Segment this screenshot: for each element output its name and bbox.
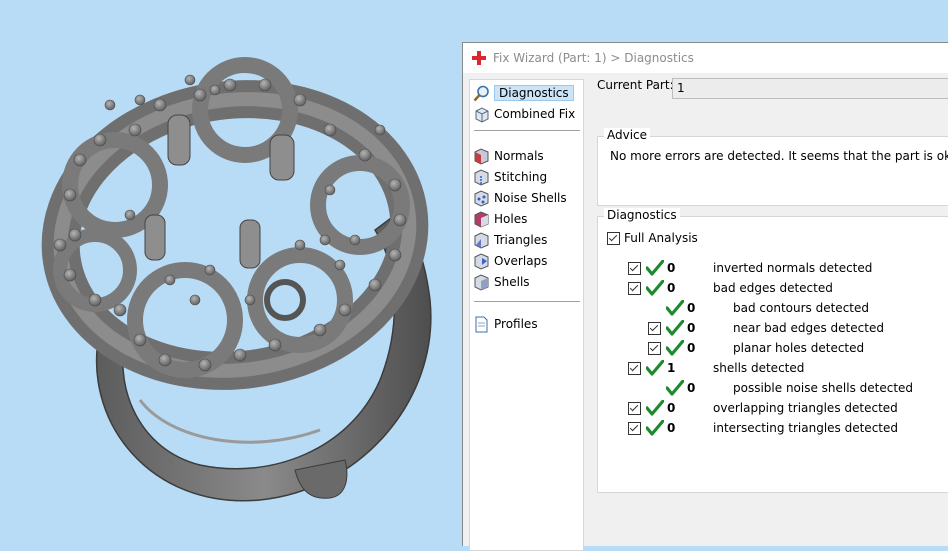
diagnostic-row: 0 inverted normals detected <box>598 259 948 277</box>
current-part-field[interactable]: 1 <box>672 78 948 99</box>
check-icon <box>666 340 684 356</box>
full-analysis-label: Full Analysis <box>624 231 698 245</box>
diagnostics-group: Diagnostics Full Analysis 0 inverted norm… <box>597 208 948 493</box>
cube-icon <box>475 106 489 123</box>
row-label: shells detected <box>713 361 805 375</box>
nav-item-normals[interactable]: Normals <box>473 146 583 166</box>
wizard-client-area: Diagnostics Combined Fix Normals Stitchi… <box>463 73 948 551</box>
row-count: 0 <box>667 261 676 275</box>
nav-item-label: Holes <box>494 212 528 226</box>
row-label: planar holes detected <box>733 341 865 355</box>
check-icon <box>646 280 664 296</box>
diagnostic-row: 0 overlapping triangles detected <box>598 399 948 417</box>
row-label: bad edges detected <box>713 281 833 295</box>
row-label: inverted normals detected <box>713 261 873 275</box>
fix-wizard-window: Fix Wizard (Part: 1) > Diagnostics Diagn… <box>462 42 948 551</box>
row-checkbox[interactable] <box>648 342 661 355</box>
noise-shells-icon <box>474 189 489 207</box>
diagnostic-row: 0 bad edges detected <box>598 279 948 297</box>
row-checkbox[interactable] <box>628 362 641 375</box>
row-checkbox[interactable] <box>628 422 641 435</box>
nav-item-diagnostics[interactable]: Diagnostics <box>473 83 583 103</box>
magnifier-icon <box>473 85 489 101</box>
nav-divider <box>474 301 580 302</box>
row-label: intersecting triangles detected <box>713 421 898 435</box>
nav-item-overlaps[interactable]: Overlaps <box>473 251 583 271</box>
3d-viewport[interactable] <box>0 0 462 545</box>
full-analysis-checkbox[interactable]: Full Analysis <box>607 231 698 245</box>
nav-item-label: Profiles <box>494 317 538 331</box>
window-title: Fix Wizard (Part: 1) > Diagnostics <box>493 51 694 65</box>
row-count: 0 <box>667 281 676 295</box>
nav-item-stitching[interactable]: Stitching <box>473 167 583 187</box>
shells-cube-icon <box>474 273 489 291</box>
nav-item-label: Overlaps <box>494 254 548 268</box>
row-checkbox[interactable] <box>628 282 641 295</box>
diagnostics-title: Diagnostics <box>604 208 680 222</box>
current-part-label: Current Part: <box>597 78 674 92</box>
nav-divider <box>474 130 580 131</box>
row-label: overlapping triangles detected <box>713 401 898 415</box>
row-checkbox[interactable] <box>648 322 661 335</box>
check-icon <box>666 320 684 336</box>
diagnostic-row: 0 intersecting triangles detected <box>598 419 948 437</box>
row-label: near bad edges detected <box>733 321 884 335</box>
nav-item-label: Stitching <box>494 170 548 184</box>
check-icon <box>646 260 664 276</box>
nav-item-label: Combined Fix <box>494 107 576 121</box>
diagnostics-page: Current Part: 1 Advice No more errors ar… <box>587 73 948 546</box>
row-count: 1 <box>667 361 676 375</box>
nav-item-label: Triangles <box>494 233 548 247</box>
row-count: 0 <box>687 321 696 335</box>
nav-item-triangles[interactable]: Triangles <box>473 230 583 250</box>
row-checkbox[interactable] <box>628 402 641 415</box>
checkbox-checked[interactable] <box>607 231 620 245</box>
row-checkbox[interactable] <box>628 262 641 275</box>
nav-item-label: Diagnostics <box>494 85 574 101</box>
row-count: 0 <box>687 301 696 315</box>
advice-text: No more errors are detected. It seems th… <box>610 149 948 163</box>
advice-title: Advice <box>604 128 651 142</box>
title-bar[interactable]: Fix Wizard (Part: 1) > Diagnostics <box>463 43 948 73</box>
row-count: 0 <box>687 341 696 355</box>
nav-item-label: Noise Shells <box>494 191 567 205</box>
nav-item-combined-fix[interactable]: Combined Fix <box>473 104 583 124</box>
nav-item-label: Normals <box>494 149 544 163</box>
row-label: bad contours detected <box>733 301 869 315</box>
triangles-cube-icon <box>474 231 489 249</box>
diagnostic-row: 0 planar holes detected <box>598 339 948 357</box>
advice-group: Advice No more errors are detected. It s… <box>597 128 948 206</box>
nav-item-label: Shells <box>494 275 530 289</box>
check-icon <box>666 300 684 316</box>
nav-item-holes[interactable]: Holes <box>473 209 583 229</box>
row-count: 0 <box>667 401 676 415</box>
document-icon <box>475 316 488 332</box>
row-count: 0 <box>667 421 676 435</box>
stitching-cube-icon <box>474 168 489 186</box>
check-icon <box>646 420 664 436</box>
normals-cube-icon <box>474 147 489 165</box>
row-label: possible noise shells detected <box>733 381 914 395</box>
diagnostic-row: 1 shells detected <box>598 359 948 377</box>
nav-item-shells[interactable]: Shells <box>473 272 583 292</box>
nav-item-noise-shells[interactable]: Noise Shells <box>473 188 583 208</box>
check-icon <box>666 380 684 396</box>
nav-item-profiles[interactable]: Profiles <box>473 314 583 334</box>
app-icon <box>472 51 486 65</box>
wizard-navigation: Diagnostics Combined Fix Normals Stitchi… <box>469 79 584 551</box>
check-icon <box>646 400 664 416</box>
check-icon <box>646 360 664 376</box>
diagnostic-row: 0 near bad edges detected <box>598 319 948 337</box>
ring-model[interactable] <box>0 0 462 545</box>
holes-cube-icon <box>474 210 489 228</box>
overlaps-cube-icon <box>474 252 489 270</box>
diagnostic-row: 0 bad contours detected <box>598 299 948 317</box>
diagnostic-row: 0 possible noise shells detected <box>598 379 948 397</box>
row-count: 0 <box>687 381 696 395</box>
